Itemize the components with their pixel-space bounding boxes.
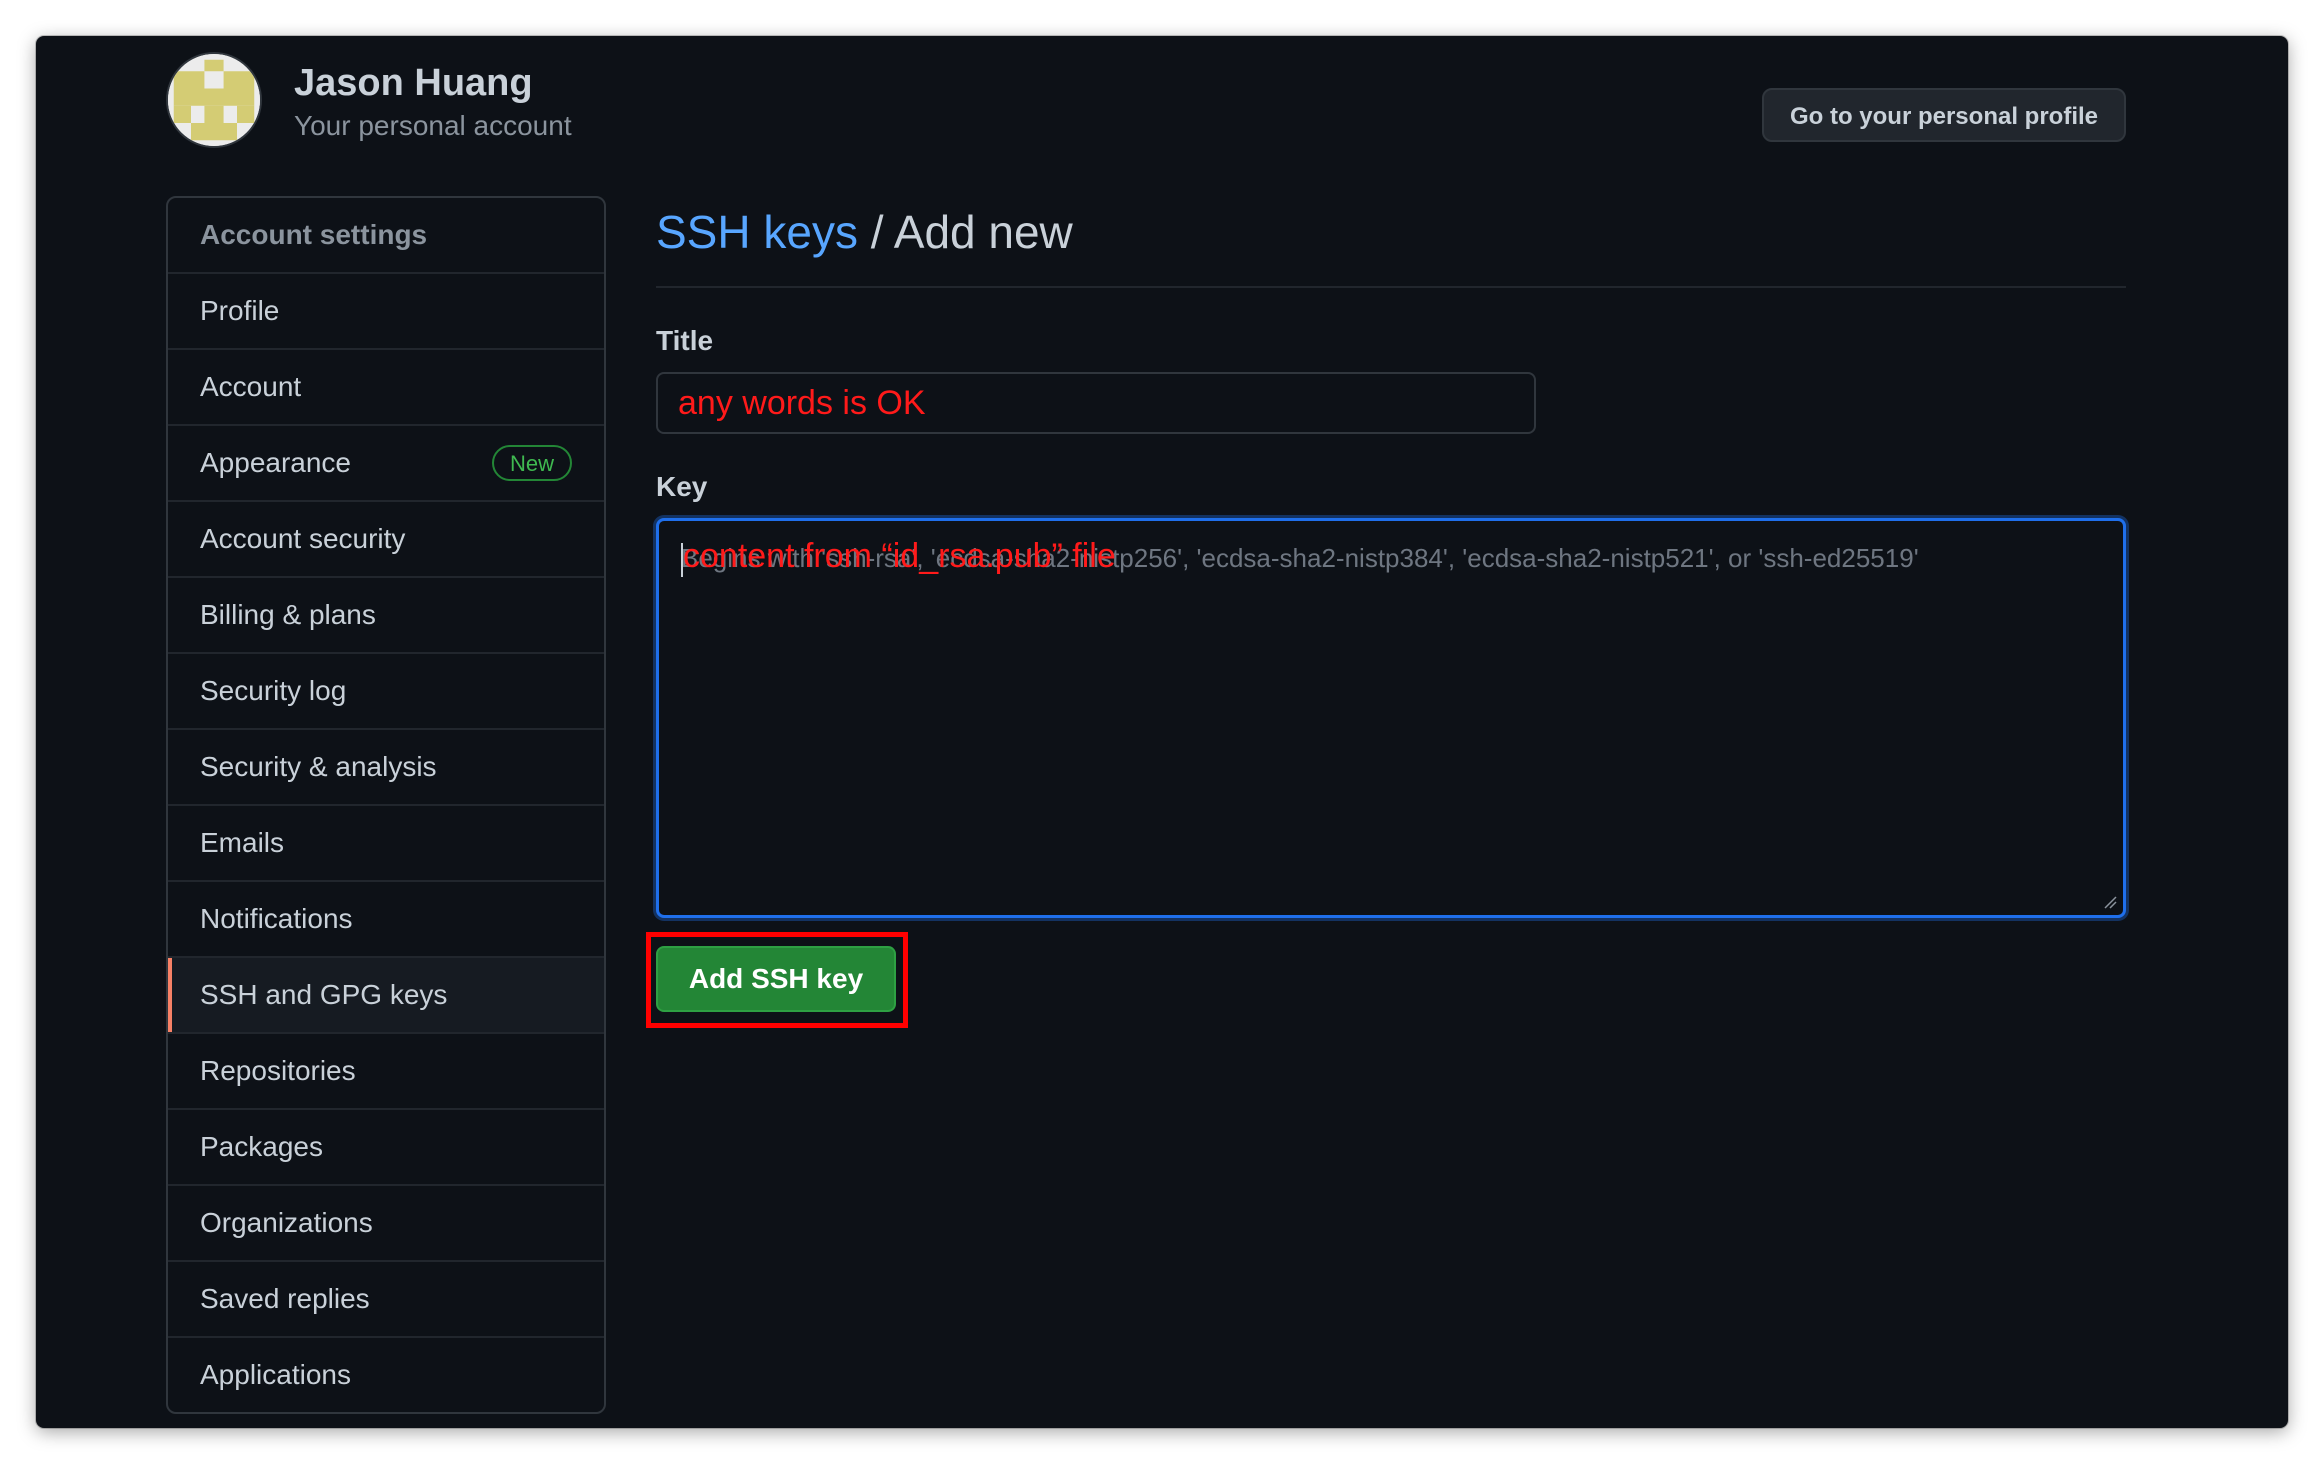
browser-window: Jason Huang Your personal account Go to … <box>36 36 2288 1428</box>
sidebar-item-saved-replies[interactable]: Saved replies <box>168 1262 604 1338</box>
breadcrumb-current: Add new <box>893 206 1073 258</box>
title-input[interactable]: any words is OK <box>656 372 1536 434</box>
sidebar-item-security-analysis[interactable]: Security & analysis <box>168 730 604 806</box>
key-field-label: Key <box>656 471 708 502</box>
sidebar-item-label: Notifications <box>200 903 353 934</box>
go-to-profile-button[interactable]: Go to your personal profile <box>1761 88 2126 142</box>
sidebar-item-label: Profile <box>200 295 280 326</box>
sidebar-item-packages[interactable]: Packages <box>168 1110 604 1186</box>
identicon-avatar-icon <box>168 54 260 146</box>
breadcrumb-ssh-keys-link[interactable]: SSH keys <box>656 206 858 258</box>
sidebar-item-account[interactable]: Account <box>168 350 604 426</box>
sidebar-item-notifications[interactable]: Notifications <box>168 882 604 958</box>
sidebar-item-organizations[interactable]: Organizations <box>168 1186 604 1262</box>
title-field-label: Title <box>656 325 714 356</box>
account-type-label: Your personal account <box>294 110 572 141</box>
sidebar-item-label: Repositories <box>200 1055 356 1086</box>
key-annotation: content from “id_rsa.pub” file <box>683 537 1116 575</box>
account-header: Jason Huang Your personal account Go to … <box>166 52 2126 152</box>
sidebar-item-label: Billing & plans <box>200 599 376 630</box>
sidebar-item-emails[interactable]: Emails <box>168 806 604 882</box>
sidebar-item-appearance[interactable]: Appearance New <box>168 426 604 502</box>
sidebar-item-label: Applications <box>200 1359 351 1390</box>
sidebar-item-profile[interactable]: Profile <box>168 274 604 350</box>
sidebar-item-label: SSH and GPG keys <box>200 979 448 1010</box>
user-name: Jason Huang <box>294 62 533 104</box>
new-badge: New <box>491 445 572 481</box>
sidebar-item-label: Security & analysis <box>200 751 437 782</box>
sidebar-heading: Account settings <box>168 198 604 274</box>
avatar[interactable] <box>166 52 262 148</box>
sidebar-item-repositories[interactable]: Repositories <box>168 1034 604 1110</box>
sidebar-item-label: Security log <box>200 675 347 706</box>
sidebar-item-label: Packages <box>200 1131 323 1162</box>
sidebar-item-label: Organizations <box>200 1207 373 1238</box>
sidebar-item-applications[interactable]: Applications <box>168 1338 604 1412</box>
sidebar-item-label: Saved replies <box>200 1283 370 1314</box>
sidebar-item-billing[interactable]: Billing & plans <box>168 578 604 654</box>
page-title: SSH keys / Add new <box>656 196 2126 288</box>
breadcrumb-separator: / <box>857 206 894 258</box>
settings-sidebar: Account settings Profile Account Appeara… <box>166 196 606 1414</box>
sidebar-item-label: Account security <box>200 523 406 554</box>
sidebar-item-label: Emails <box>200 827 285 858</box>
key-textarea[interactable]: Begins with 'ssh-rsa', 'ecdsa-sha2-nistp… <box>656 518 2126 918</box>
submit-area: Add SSH key <box>646 932 918 1028</box>
add-ssh-key-button[interactable]: Add SSH key <box>656 946 896 1012</box>
resize-grip-icon[interactable] <box>2103 895 2117 909</box>
sidebar-item-account-security[interactable]: Account security <box>168 502 604 578</box>
sidebar-item-label: Account <box>200 371 302 402</box>
main-content: SSH keys / Add new Title any words is OK… <box>646 196 2126 1028</box>
sidebar-item-ssh-gpg-keys[interactable]: SSH and GPG keys <box>168 958 604 1034</box>
sidebar-item-label: Appearance <box>200 447 352 478</box>
sidebar-item-security-log[interactable]: Security log <box>168 654 604 730</box>
